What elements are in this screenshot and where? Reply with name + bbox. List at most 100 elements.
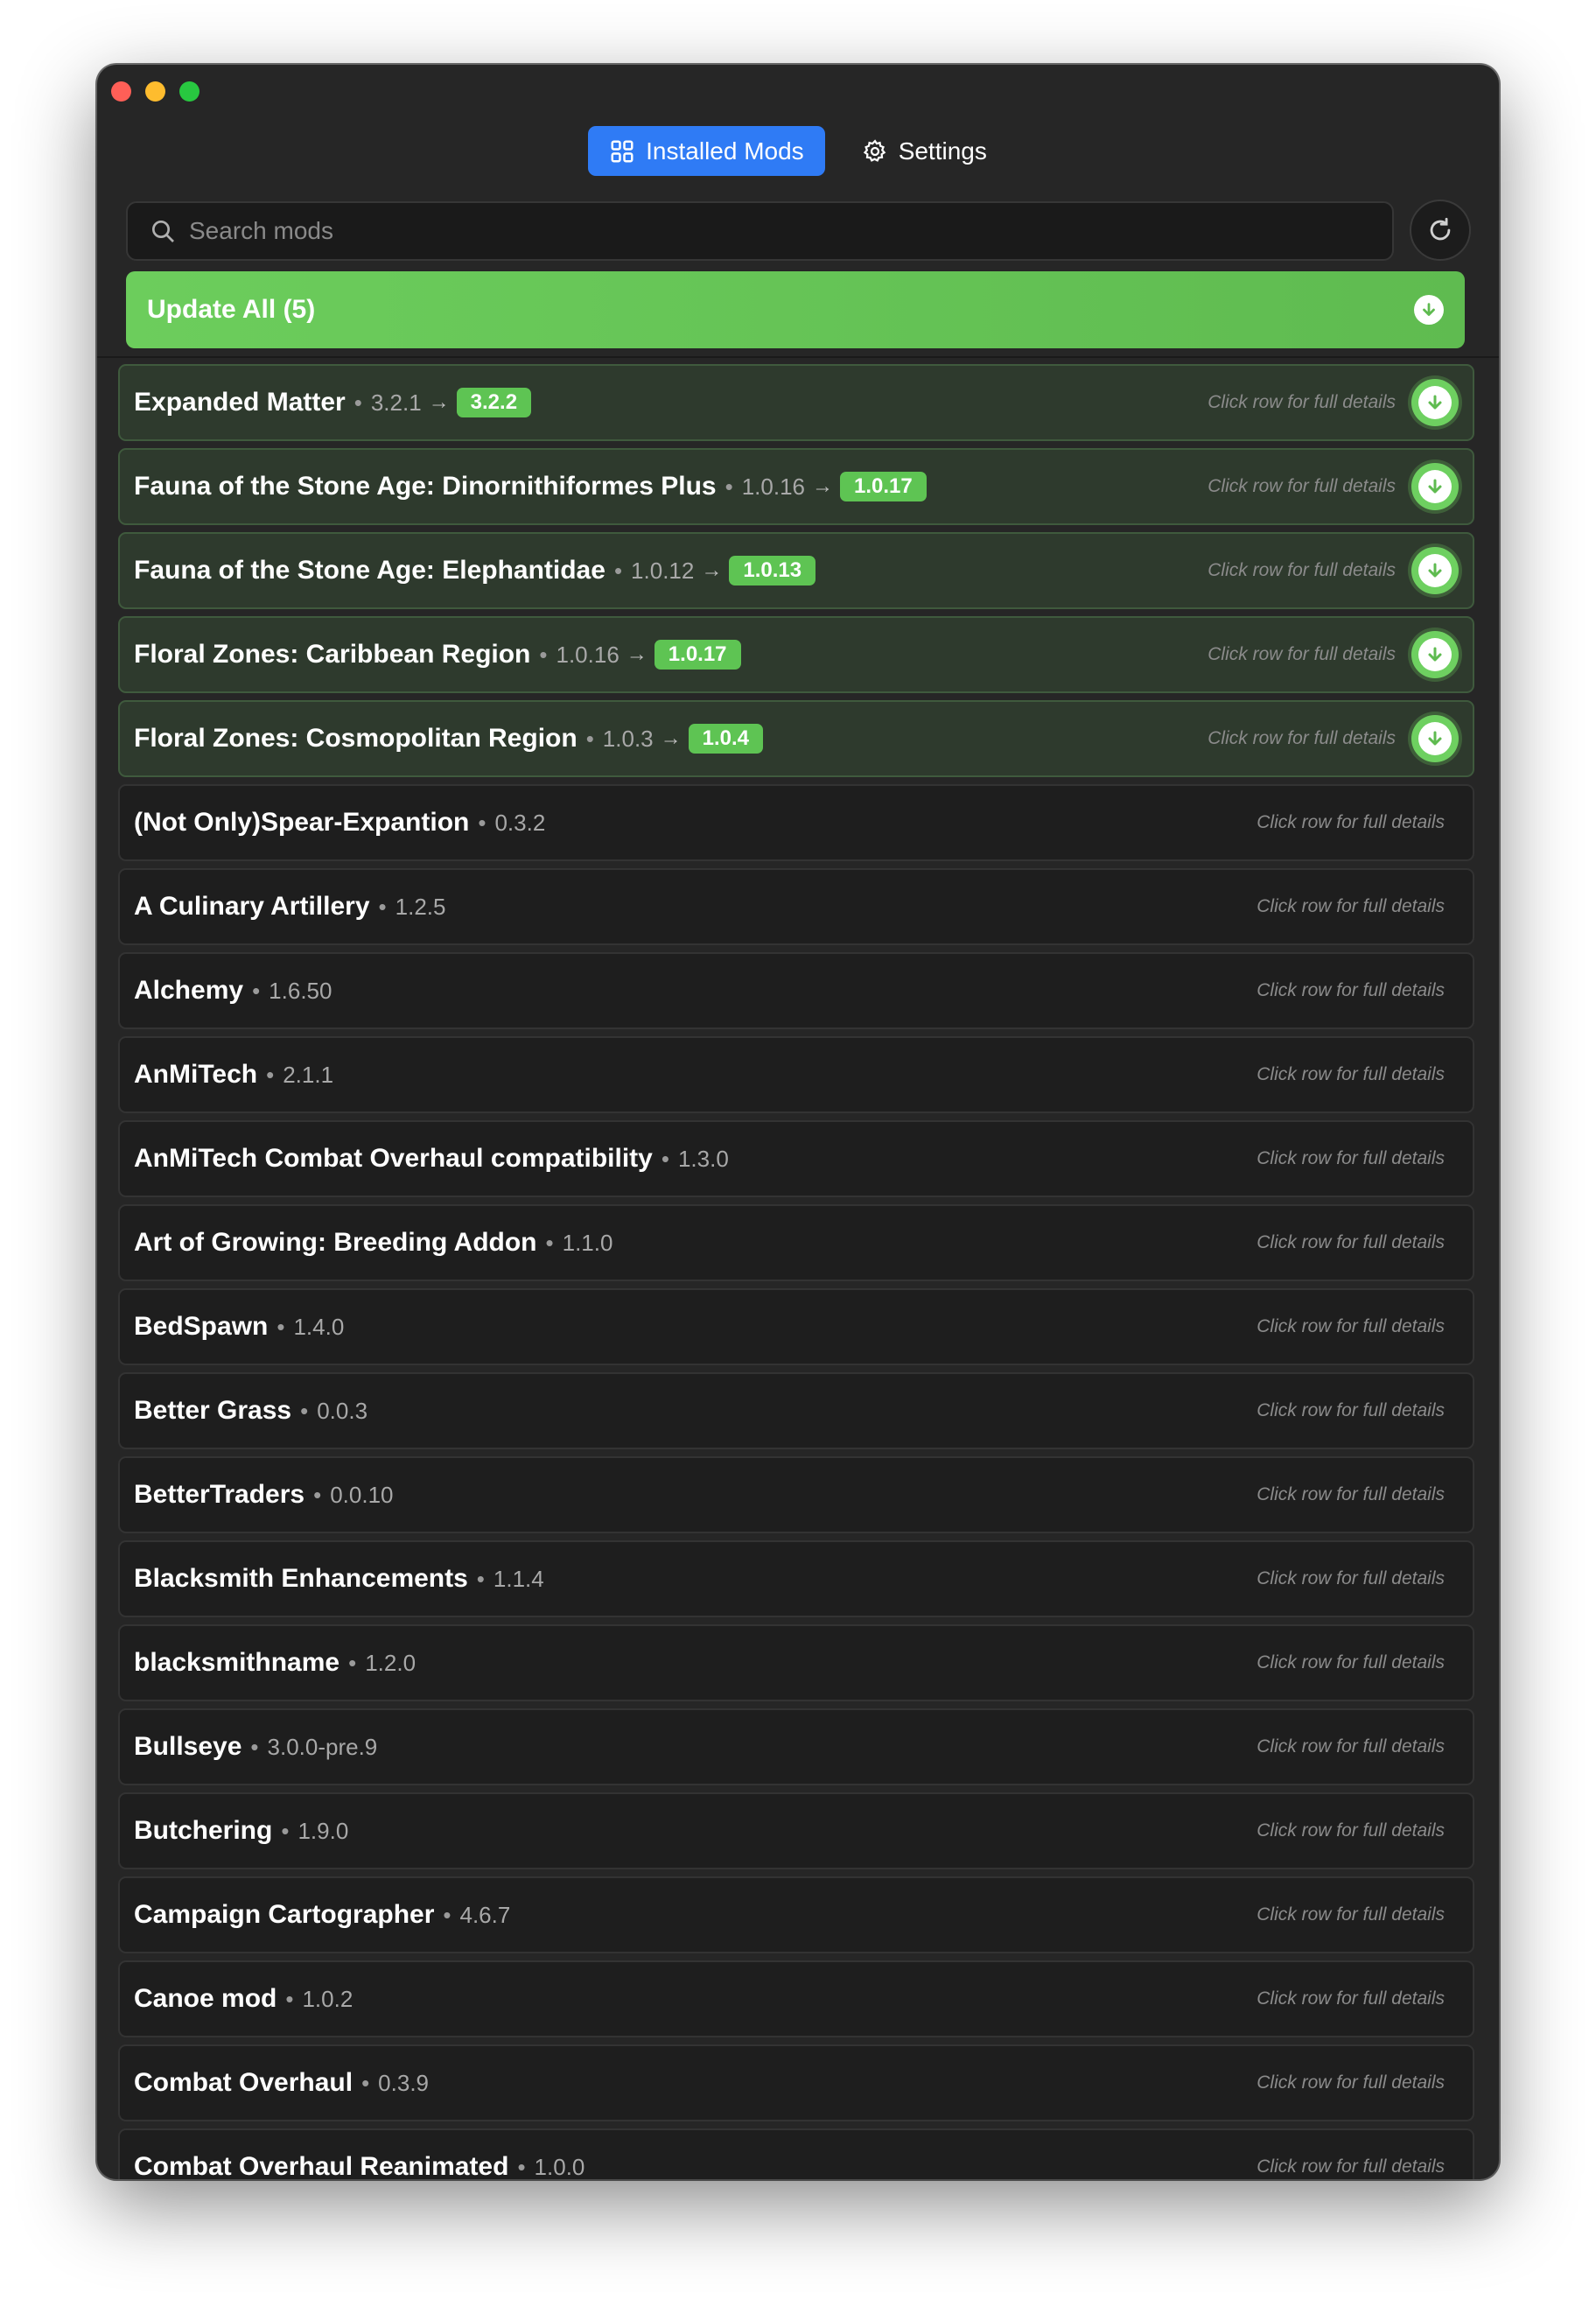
row-hint: Click row for full details [1256, 1232, 1445, 1252]
new-version-badge: 1.0.13 [729, 556, 816, 586]
mod-version: 0.3.9 [378, 2069, 429, 2096]
mod-version: 2.1.1 [283, 1061, 334, 1088]
mod-row-update[interactable]: Floral Zones: Caribbean Region • 1.0.16 → 1.… [118, 616, 1474, 693]
row-hint: Click row for full details [1256, 1904, 1445, 1925]
separator-dot: • [354, 389, 362, 416]
mod-row[interactable]: (Not Only)Spear-Expantion • 0.3.2 Click row… [118, 784, 1474, 861]
mod-name: AnMiTech [134, 1060, 258, 1089]
mod-row[interactable]: Combat Overhaul • 0.3.9 Click row for full … [118, 2044, 1474, 2121]
separator-dot: • [539, 641, 548, 668]
close-window-button[interactable] [111, 81, 131, 102]
mod-row[interactable]: AnMiTech • 2.1.1 Click row for full details [118, 1036, 1474, 1113]
grid-icon [611, 140, 634, 162]
mod-version: 1.0.0 [534, 2153, 585, 2180]
mod-row-update[interactable]: Fauna of the Stone Age: Elephantidae • 1.0… [118, 532, 1474, 609]
separator-dot: • [661, 1145, 669, 1172]
mod-row[interactable]: AnMiTech Combat Overhaul compatibility • 1… [118, 1120, 1474, 1197]
mod-row[interactable]: Combat Overhaul Reanimated • 1.0.0 Click ro… [118, 2128, 1474, 2179]
download-button[interactable] [1411, 631, 1459, 678]
download-icon [1418, 470, 1452, 503]
mod-name: Fauna of the Stone Age: Dinornithiformes… [134, 472, 717, 501]
mod-version: 1.1.0 [562, 1229, 613, 1256]
row-hint: Click row for full details [1256, 2156, 1445, 2177]
mod-version: 4.6.7 [459, 1901, 511, 1928]
mod-name: A Culinary Artillery [134, 892, 370, 921]
update-all-button[interactable]: Update All (5) [126, 271, 1465, 348]
download-icon [1418, 386, 1452, 419]
mod-row[interactable]: blacksmithname • 1.2.0 Click row for full d… [118, 1624, 1474, 1701]
row-hint: Click row for full details [1256, 1316, 1445, 1336]
mod-version: 1.6.50 [269, 977, 332, 1004]
zoom-window-button[interactable] [179, 81, 200, 102]
mod-name: AnMiTech Combat Overhaul compatibility [134, 1144, 653, 1173]
row-hint: Click row for full details [1256, 1064, 1445, 1084]
mod-version: 0.3.2 [494, 809, 546, 836]
mod-name: BetterTraders [134, 1480, 305, 1509]
row-hint: Click row for full details [1256, 1568, 1445, 1588]
mod-list: Expanded Matter • 3.2.1 → 3.2.2 Click row fo… [118, 364, 1474, 2179]
window-controls [111, 81, 200, 102]
mod-name: Expanded Matter [134, 388, 346, 417]
mod-row-update[interactable]: Floral Zones: Cosmopolitan Region • 1.0.3 →… [118, 700, 1474, 777]
mod-row[interactable]: Butchering • 1.9.0 Click row for full detai… [118, 1792, 1474, 1869]
mod-row-update[interactable]: Expanded Matter • 3.2.1 → 3.2.2 Click row fo… [118, 364, 1474, 441]
row-hint: Click row for full details [1208, 476, 1396, 496]
mod-name: Alchemy [134, 976, 244, 1005]
mod-name: Floral Zones: Caribbean Region [134, 640, 531, 669]
download-icon [1418, 722, 1452, 755]
separator-dot: • [517, 2153, 526, 2180]
mod-name: Bullseye [134, 1732, 242, 1761]
new-version-badge: 1.0.17 [654, 640, 741, 670]
mod-name: blacksmithname [134, 1648, 340, 1677]
download-button[interactable] [1411, 379, 1459, 426]
separator-dot: • [285, 1985, 294, 2012]
row-hint: Click row for full details [1256, 980, 1445, 1000]
separator-dot: • [378, 893, 387, 920]
mod-row[interactable]: Better Grass • 0.0.3 Click row for full det… [118, 1372, 1474, 1449]
new-version-badge: 3.2.2 [456, 388, 532, 417]
mod-row[interactable]: Bullseye • 3.0.0-pre.9 Click row for full d… [118, 1708, 1474, 1785]
download-icon [1418, 638, 1452, 671]
separator-dot: • [585, 725, 594, 752]
separator-dot: • [250, 1733, 259, 1760]
mod-row[interactable]: Art of Growing: Breeding Addon • 1.1.0 Clic… [118, 1204, 1474, 1281]
refresh-button[interactable] [1410, 200, 1471, 261]
mod-row[interactable]: Canoe mod • 1.0.2 Click row for full detail… [118, 1960, 1474, 2037]
search-bar [126, 201, 1394, 261]
separator-dot: • [613, 557, 623, 584]
row-hint: Click row for full details [1208, 392, 1396, 412]
tab-bar: Installed Mods Settings [97, 126, 1499, 176]
new-version-badge: 1.0.17 [840, 472, 927, 501]
mod-version: 1.0.2 [302, 1985, 354, 2012]
row-hint: Click row for full details [1256, 1652, 1445, 1672]
mod-row[interactable]: BetterTraders • 0.0.10 Click row for full d… [118, 1456, 1474, 1533]
minimize-window-button[interactable] [145, 81, 165, 102]
mod-row[interactable]: Blacksmith Enhancements • 1.1.4 Click row f… [118, 1540, 1474, 1617]
separator-dot: • [476, 1565, 485, 1592]
mod-name: Canoe mod [134, 1984, 277, 2013]
mod-name: Fauna of the Stone Age: Elephantidae [134, 556, 606, 585]
tab-label: Installed Mods [646, 137, 804, 165]
search-input[interactable] [189, 217, 1392, 245]
mod-version: 0.0.3 [317, 1397, 368, 1424]
mod-row[interactable]: Alchemy • 1.6.50 Click row for full details [118, 952, 1474, 1029]
download-button[interactable] [1411, 547, 1459, 594]
row-hint: Click row for full details [1208, 644, 1396, 664]
row-hint: Click row for full details [1208, 728, 1396, 748]
mod-row[interactable]: Campaign Cartographer • 4.6.7 Click row for… [118, 1876, 1474, 1953]
mod-name: Blacksmith Enhancements [134, 1564, 468, 1593]
mod-name: Art of Growing: Breeding Addon [134, 1228, 537, 1257]
row-hint: Click row for full details [1256, 1400, 1445, 1420]
mod-name: Combat Overhaul Reanimated [134, 2152, 509, 2179]
mod-version: 1.2.0 [365, 1649, 416, 1676]
download-button[interactable] [1411, 463, 1459, 510]
mod-row[interactable]: BedSpawn • 1.4.0 Click row for full details [118, 1288, 1474, 1365]
mod-version: 0.0.10 [330, 1481, 394, 1508]
separator-dot: • [478, 809, 486, 836]
mod-name: Floral Zones: Cosmopolitan Region [134, 724, 578, 753]
mod-row-update[interactable]: Fauna of the Stone Age: Dinornithiformes… [118, 448, 1474, 525]
mod-row[interactable]: A Culinary Artillery • 1.2.5 Click row for … [118, 868, 1474, 945]
tab-settings[interactable]: Settings [841, 126, 1008, 176]
download-button[interactable] [1411, 715, 1459, 762]
tab-installed-mods[interactable]: Installed Mods [588, 126, 825, 176]
